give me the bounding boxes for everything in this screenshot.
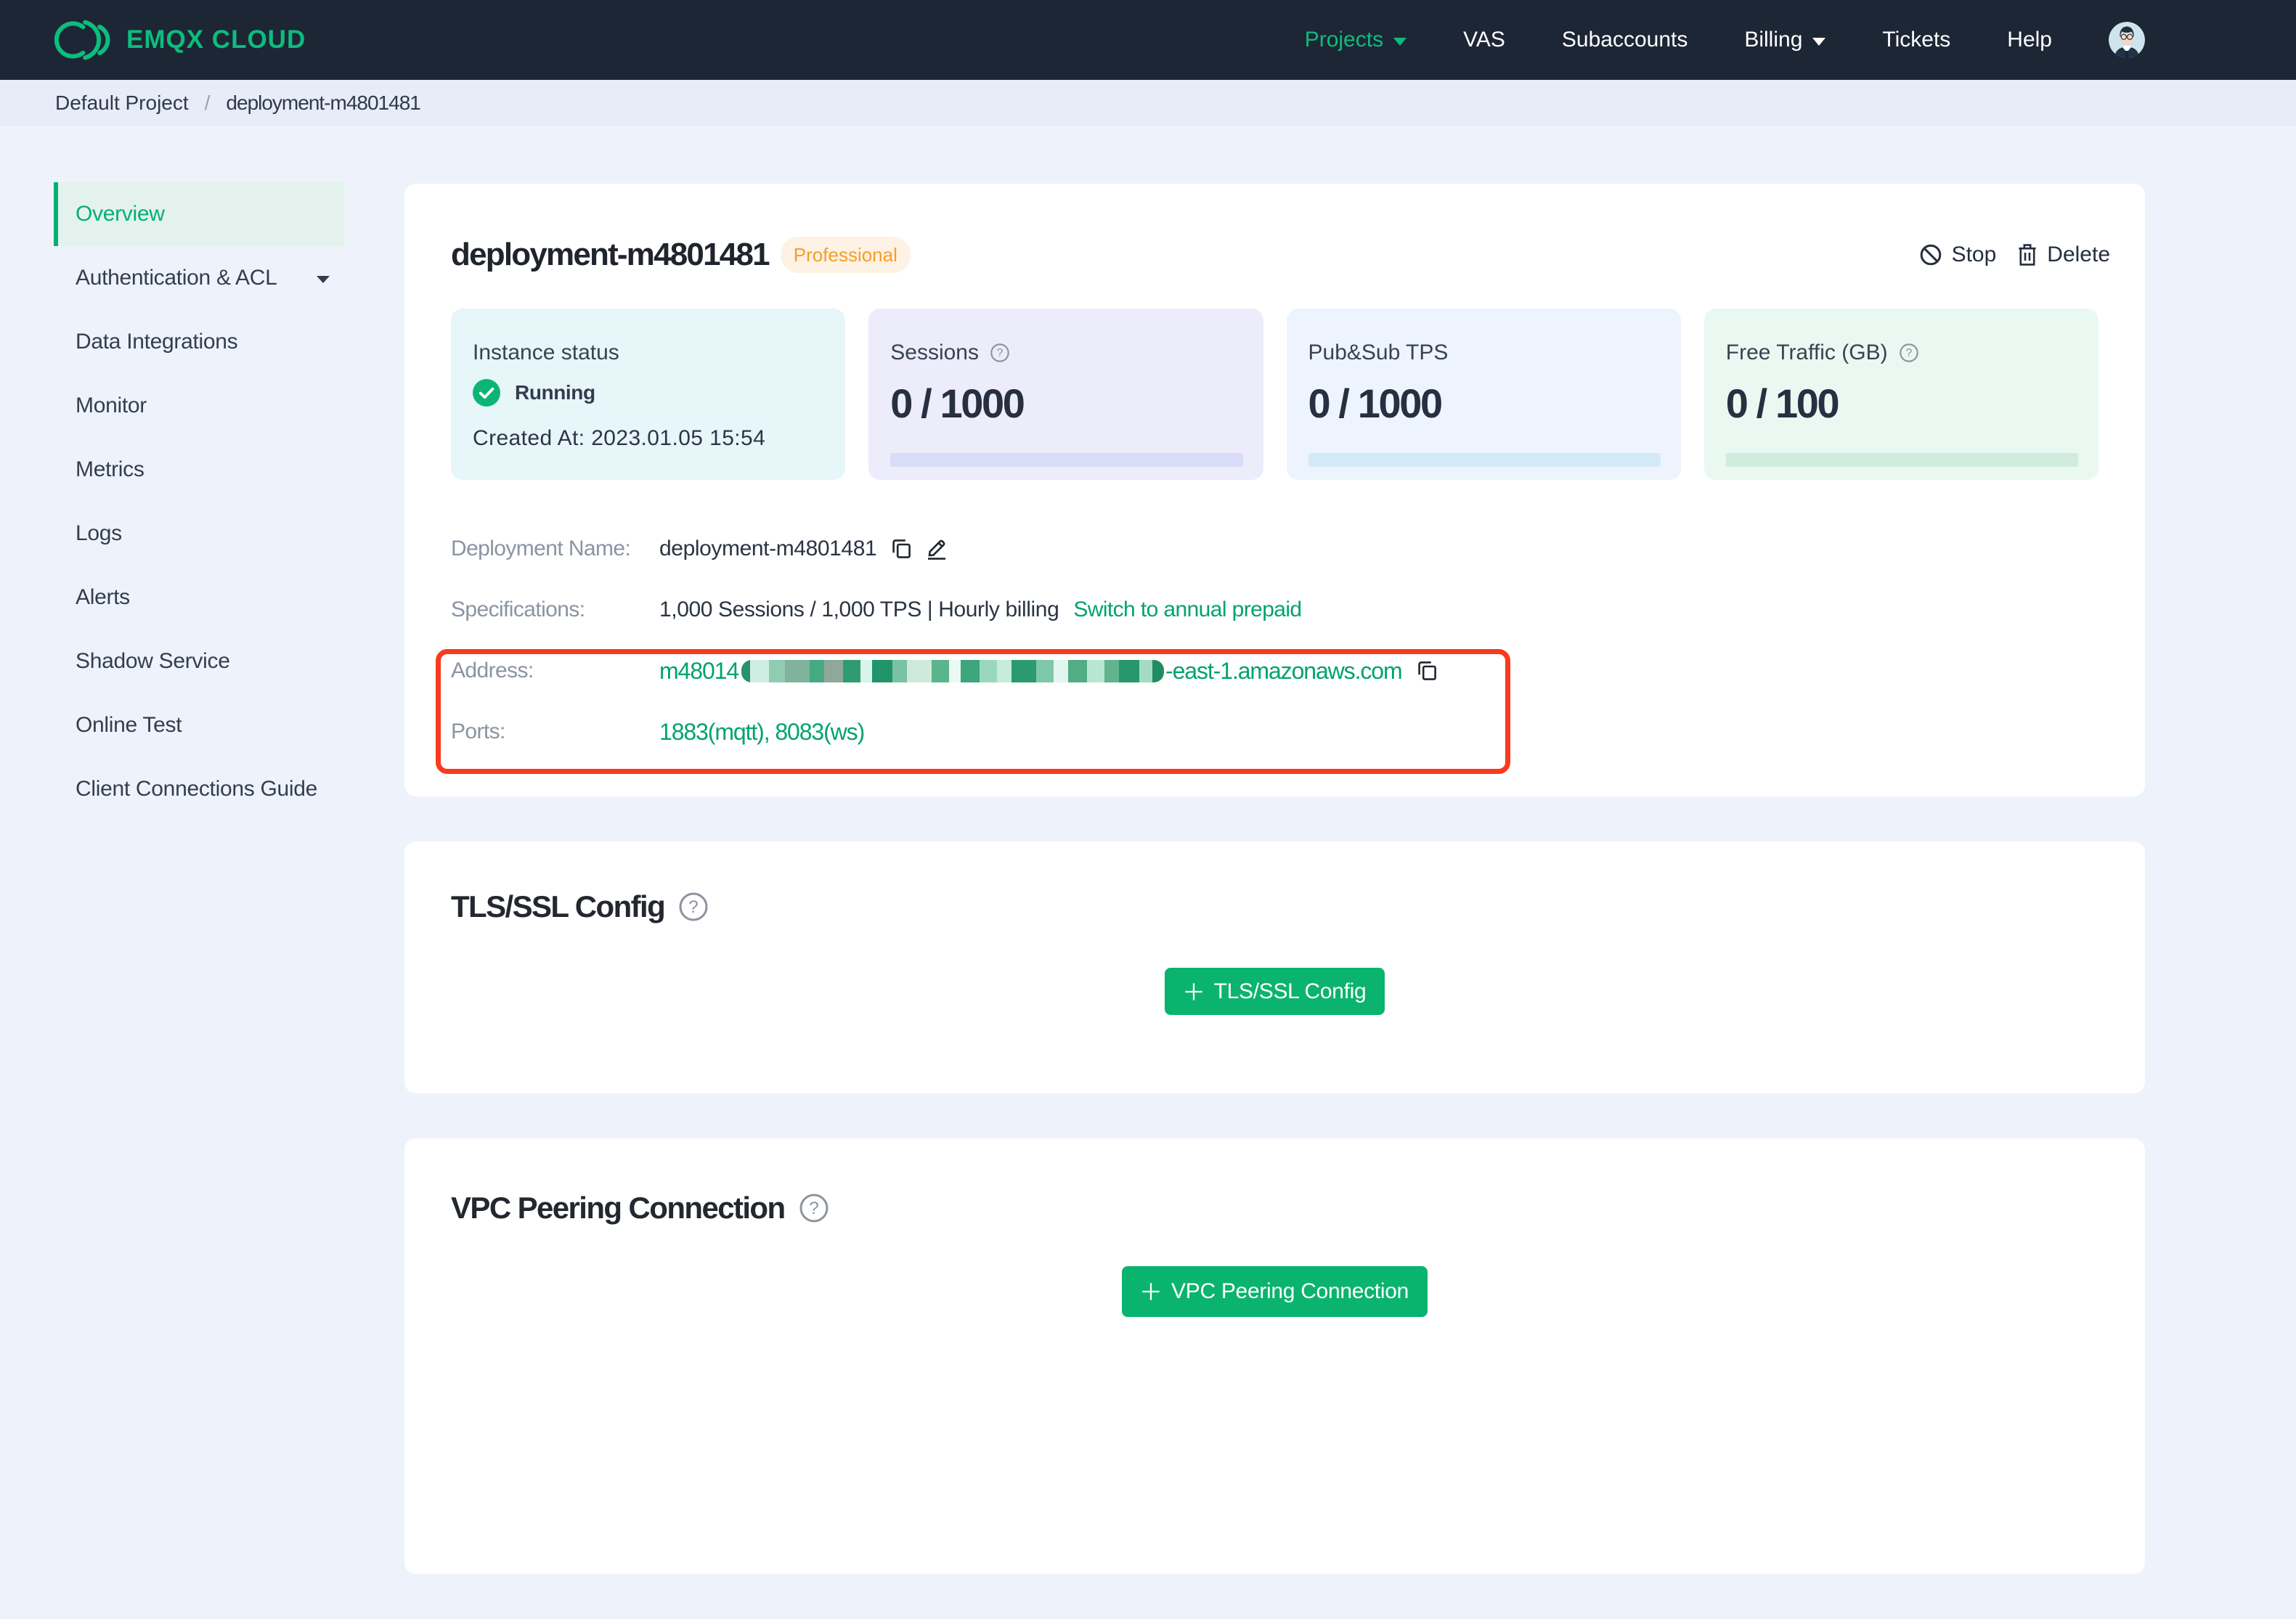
avatar-illustration: [2109, 22, 2145, 58]
trash-icon: [2019, 244, 2036, 266]
help-icon[interactable]: ?: [1899, 343, 1918, 362]
chevron-down-icon: [1393, 37, 1407, 46]
svg-text:?: ?: [809, 1199, 819, 1218]
svg-text:?: ?: [997, 347, 1004, 359]
address-label: Address:: [451, 658, 534, 682]
delete-button[interactable]: Delete: [2018, 242, 2110, 267]
edit-icon: [928, 539, 946, 560]
deployment-details: Deployment Name: deployment-m4801481 Spe…: [451, 534, 2098, 747]
tps-card: Pub&Sub TPS 0 / 1000: [1286, 309, 1681, 480]
address-prefix: m48014: [659, 657, 739, 684]
nav-item-vas[interactable]: VAS: [1463, 28, 1505, 52]
specifications-value: 1,000 Sessions / 1,000 TPS | Hourly bill…: [659, 598, 1059, 621]
running-check-icon: [473, 379, 500, 407]
plus-icon: [1184, 982, 1202, 1000]
sessions-value: 0 / 1000: [890, 380, 1025, 426]
copy-icon: [892, 539, 911, 558]
brand[interactable]: EMQX CLOUD: [54, 20, 306, 60]
breadcrumb-project[interactable]: Default Project: [55, 91, 189, 115]
deployment-title: deployment-m4801481: [451, 237, 770, 272]
sidebar-item-data-integrations[interactable]: Data Integrations: [54, 310, 344, 374]
plus-icon: [1142, 1283, 1160, 1300]
tps-value: 0 / 1000: [1308, 380, 1444, 426]
plan-badge: Professional: [780, 237, 911, 273]
copy-address-button[interactable]: [1417, 661, 1437, 681]
deployment-name-label: Deployment Name:: [451, 537, 631, 560]
created-at: Created At: 2023.01.05 15:54: [473, 426, 766, 450]
sidebar-item-authentication-acl[interactable]: Authentication & ACL: [54, 246, 344, 310]
add-vpc-peering-button[interactable]: VPC Peering Connection: [1122, 1266, 1428, 1317]
sidebar-item-client-connections-guide[interactable]: Client Connections Guide: [54, 757, 344, 821]
chevron-down-icon: [317, 276, 330, 283]
breadcrumb-page: deployment-m4801481: [226, 91, 420, 114]
user-avatar[interactable]: [2109, 22, 2145, 58]
nav-items: Projects VAS Subaccounts Billing Tickets…: [1305, 22, 2145, 58]
stop-button[interactable]: Stop: [1920, 242, 1996, 267]
traffic-progress: [1725, 453, 2078, 467]
sidebar-item-overview[interactable]: Overview: [54, 182, 344, 246]
stat-cards: Instance status Running Created At: 2023…: [451, 309, 2098, 480]
switch-annual-link[interactable]: Switch to annual prepaid: [1073, 598, 1302, 622]
nav-item-tickets[interactable]: Tickets: [1882, 28, 1950, 52]
brand-name: EMQX CLOUD: [126, 25, 306, 54]
ports-value: 1883(mqtt), 8083(ws): [659, 718, 865, 745]
instance-status-value: Running: [515, 381, 595, 404]
sessions-card: Sessions ? 0 / 1000: [868, 309, 1263, 480]
sidebar-item-online-test[interactable]: Online Test: [54, 693, 344, 757]
breadcrumb: Default Project / deployment-m4801481: [0, 80, 2296, 126]
nav-item-help[interactable]: Help: [2007, 28, 2052, 52]
sidebar: Overview Authentication & ACL Data Integ…: [0, 126, 344, 821]
tps-progress: [1308, 453, 1661, 467]
ports-label: Ports:: [451, 719, 505, 743]
svg-text:?: ?: [688, 897, 699, 917]
tls-ssl-title: TLS/SSL Config: [451, 889, 666, 923]
address-redaction-mosaic: [741, 659, 1165, 682]
tps-label: Pub&Sub TPS: [1308, 340, 1449, 364]
stop-icon: [1920, 244, 1941, 266]
specifications-label: Specifications:: [451, 598, 585, 621]
nav-item-projects[interactable]: Projects: [1305, 28, 1407, 52]
sidebar-item-logs[interactable]: Logs: [54, 502, 344, 566]
traffic-label: Free Traffic (GB): [1725, 340, 1888, 364]
breadcrumb-separator: /: [204, 91, 211, 114]
chevron-down-icon: [1812, 37, 1826, 46]
deployment-name-value: deployment-m4801481: [659, 537, 877, 560]
vpc-peering-title: VPC Peering Connection: [451, 1191, 786, 1225]
copy-name-button[interactable]: [891, 539, 911, 559]
sessions-label: Sessions: [890, 340, 979, 364]
traffic-card: Free Traffic (GB) ? 0 / 100: [1703, 309, 2098, 480]
sessions-progress: [890, 453, 1243, 467]
edit-name-button[interactable]: [926, 538, 948, 560]
instance-status-card: Instance status Running Created At: 2023…: [451, 309, 846, 480]
help-icon[interactable]: ?: [990, 343, 1009, 362]
address-suffix: -east-1.amazonaws.com: [1165, 657, 1403, 684]
emqx-logo-icon: [54, 20, 110, 60]
help-icon[interactable]: ?: [679, 892, 708, 921]
add-tls-ssl-button[interactable]: TLS/SSL Config: [1164, 968, 1385, 1015]
nav-item-subaccounts[interactable]: Subaccounts: [1562, 28, 1688, 52]
copy-icon: [1417, 661, 1436, 680]
tls-ssl-section: TLS/SSL Config ? TLS/SSL Config: [404, 841, 2145, 1093]
vpc-peering-section: VPC Peering Connection ? VPC Peering Con…: [404, 1138, 2145, 1574]
svg-text:?: ?: [1905, 347, 1912, 359]
help-icon[interactable]: ?: [799, 1194, 829, 1223]
sidebar-item-shadow-service[interactable]: Shadow Service: [54, 629, 344, 693]
navbar: EMQX CLOUD Projects VAS Subaccounts Bill…: [0, 0, 2296, 80]
instance-status-label: Instance status: [473, 340, 619, 364]
main-content: deployment-m4801481 Professional Stop De…: [404, 126, 2145, 1619]
sidebar-item-monitor[interactable]: Monitor: [54, 374, 344, 438]
traffic-value: 0 / 100: [1725, 380, 1840, 426]
nav-item-billing[interactable]: Billing: [1744, 28, 1826, 52]
deployment-overview-card: deployment-m4801481 Professional Stop De…: [404, 184, 2145, 796]
sidebar-item-alerts[interactable]: Alerts: [54, 566, 344, 629]
sidebar-item-metrics[interactable]: Metrics: [54, 438, 344, 502]
